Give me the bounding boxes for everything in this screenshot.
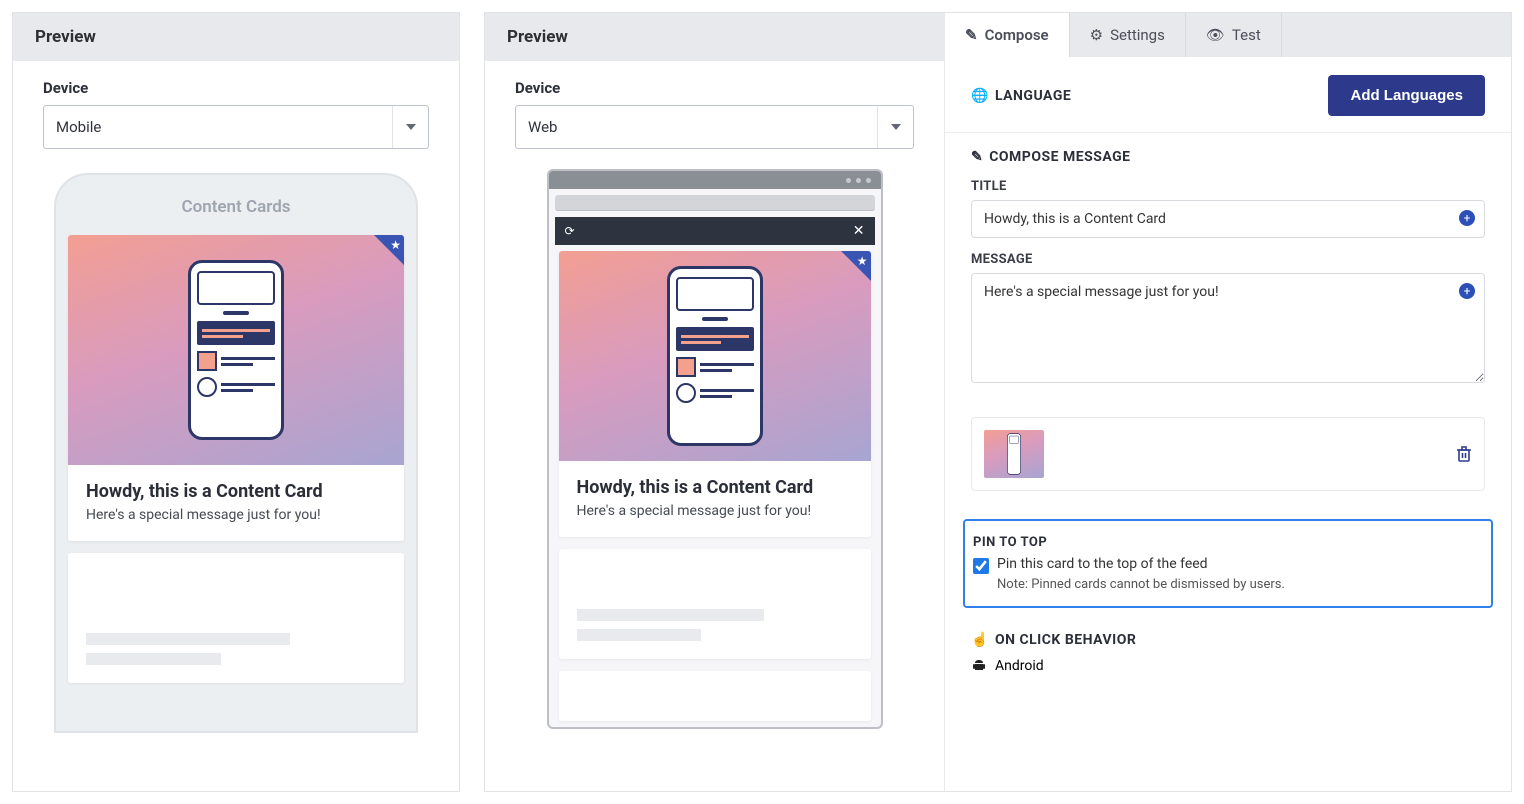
pencil-icon: ✎	[965, 26, 978, 44]
feed-title: Content Cards	[56, 187, 416, 235]
tab-label: Compose	[985, 26, 1049, 44]
device-select-mobile[interactable]: Mobile	[43, 105, 429, 149]
preview-header: Preview	[13, 13, 459, 61]
gear-icon: ⚙	[1090, 26, 1103, 44]
globe-icon: 🌐	[971, 88, 989, 104]
star-icon: ★	[857, 254, 868, 268]
chevron-down-icon	[891, 124, 901, 130]
message-input[interactable]	[971, 273, 1485, 383]
pin-checkbox[interactable]	[973, 558, 989, 574]
eye-icon: 👁	[1206, 26, 1225, 44]
android-row: Android	[971, 658, 1485, 674]
tab-label: Settings	[1110, 26, 1165, 44]
content-card: ★ Howdy, this is a Content Card Here's a…	[68, 235, 404, 541]
content-card-web: ★ Howdy, this is a Content Card	[559, 251, 871, 537]
onclick-header: ☝ ON CLICK BEHAVIOR	[971, 632, 1485, 648]
pointer-icon: ☝	[971, 632, 989, 648]
device-label-web: Device	[515, 79, 914, 97]
tab-test[interactable]: 👁 Test	[1186, 13, 1282, 57]
card-title-web: Howdy, this is a Content Card	[577, 477, 853, 498]
android-icon	[971, 658, 987, 674]
chevron-down-icon	[406, 124, 416, 130]
card-image	[68, 235, 404, 465]
pin-header: PIN TO TOP	[973, 535, 1483, 550]
pin-note: Note: Pinned cards cannot be dismissed b…	[997, 577, 1483, 592]
card-message: Here's a special message just for you!	[86, 507, 386, 523]
image-upload-row	[971, 417, 1485, 491]
url-bar	[555, 195, 875, 211]
android-label: Android	[995, 658, 1044, 674]
pin-label: Pin this card to the top of the feed	[997, 556, 1208, 572]
edit-icon: ✎	[971, 149, 983, 165]
device-select-web[interactable]: Web	[515, 105, 914, 149]
preview-web-panel: Preview Device Web ⟳ ✕ ★	[485, 13, 945, 791]
preview-header-web: Preview	[485, 13, 944, 61]
title-label: TITLE	[971, 179, 1485, 194]
title-input[interactable]	[971, 200, 1485, 238]
web-frame: ⟳ ✕ ★	[547, 169, 883, 729]
pin-checkbox-row[interactable]: Pin this card to the top of the feed	[973, 556, 1483, 574]
message-label: MESSAGE	[971, 252, 1485, 267]
tab-settings[interactable]: ⚙ Settings	[1070, 13, 1186, 57]
composer-tabs: ✎ Compose ⚙ Settings 👁 Test	[945, 13, 1511, 57]
device-label: Device	[43, 79, 429, 97]
placeholder-card	[559, 671, 871, 721]
compose-section-header: ✎ COMPOSE MESSAGE	[971, 149, 1485, 165]
add-languages-button[interactable]: Add Languages	[1328, 75, 1485, 116]
personalization-icon[interactable]: +	[1459, 283, 1475, 299]
refresh-icon[interactable]: ⟳	[565, 224, 575, 238]
personalization-icon[interactable]: +	[1459, 210, 1475, 226]
language-header: 🌐 LANGUAGE	[971, 88, 1071, 104]
image-thumbnail[interactable]	[984, 430, 1044, 478]
placeholder-card	[68, 553, 404, 683]
card-image	[559, 251, 871, 461]
browser-chrome	[549, 171, 881, 189]
tab-compose[interactable]: ✎ Compose	[945, 13, 1070, 57]
star-icon: ★	[390, 238, 401, 252]
tab-label: Test	[1232, 26, 1261, 44]
delete-image-icon[interactable]	[1456, 445, 1472, 463]
close-icon[interactable]: ✕	[853, 223, 865, 239]
device-value-web: Web	[528, 118, 557, 136]
placeholder-card	[559, 549, 871, 659]
card-title: Howdy, this is a Content Card	[86, 481, 386, 502]
card-message-web: Here's a special message just for you!	[577, 503, 853, 519]
pin-to-top-section: PIN TO TOP Pin this card to the top of t…	[963, 519, 1493, 608]
composer-panel: ✎ Compose ⚙ Settings 👁 Test 🌐 LANGUAGE A…	[945, 13, 1511, 793]
feed-header: ⟳ ✕	[555, 217, 875, 245]
preview-mobile-panel: Preview Device Mobile Content Cards ★	[12, 12, 460, 792]
device-value: Mobile	[56, 118, 101, 136]
mobile-frame: Content Cards ★ H	[54, 173, 418, 733]
